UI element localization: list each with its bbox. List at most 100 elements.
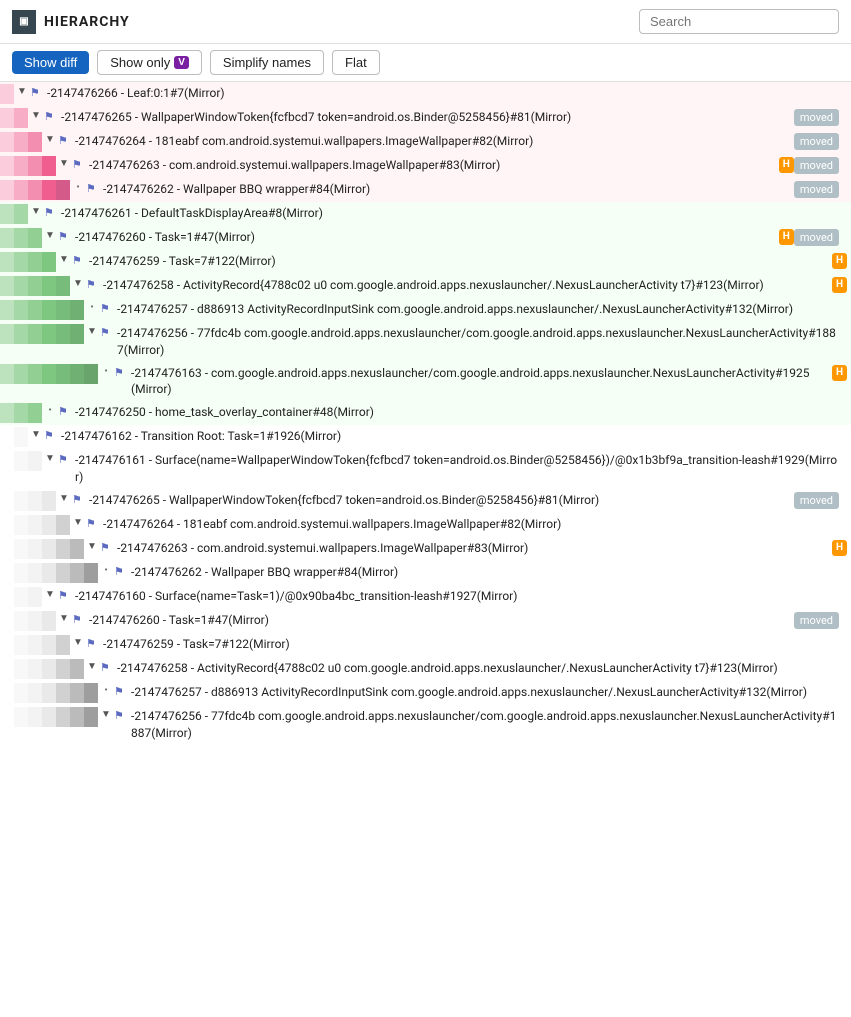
app-container: ▣ HIERARCHY Show diff Show only V Simpli… [0, 0, 851, 1009]
collapse-icon[interactable]: ▼ [56, 612, 72, 626]
node-flag-icon: ⚑ [114, 708, 128, 723]
node-text: -2147476256 - 77fdc4b com.google.android… [117, 325, 847, 359]
h-badge: H [832, 540, 847, 556]
h-badge: H [832, 277, 847, 293]
expand-icon[interactable]: • [70, 181, 86, 195]
collapse-icon[interactable]: ▼ [56, 492, 72, 506]
tree-row[interactable]: ▼⚑-2147476265 - WallpaperWindowToken{fcf… [0, 489, 851, 513]
node-text: -2147476263 - com.android.systemui.wallp… [117, 540, 828, 557]
collapse-icon[interactable]: ▼ [56, 253, 72, 267]
tree-row[interactable]: ▼⚑-2147476265 - WallpaperWindowToken{fcf… [0, 106, 851, 130]
tree-row[interactable]: ▼⚑-2147476259 - Task=7#122(Mirror)H [0, 250, 851, 274]
node-text: -2147476260 - Task=1#47(Mirror) [75, 229, 775, 246]
collapse-icon[interactable]: ▼ [42, 588, 58, 602]
collapse-icon[interactable]: ▼ [28, 109, 44, 123]
tree-row[interactable]: •⚑-2147476250 - home_task_overlay_contai… [0, 401, 851, 425]
node-flag-icon: ⚑ [86, 636, 100, 651]
color-bands [0, 659, 84, 679]
node-text: -2147476256 - 77fdc4b com.google.android… [131, 708, 847, 742]
expand-icon[interactable]: • [42, 404, 58, 418]
moved-badge: moved [794, 157, 839, 174]
simplify-names-button[interactable]: Simplify names [210, 50, 324, 75]
tree-row[interactable]: ▼⚑-2147476260 - Task=1#47(Mirror)moved [0, 609, 851, 633]
node-text: -2147476264 - 181eabf com.android.system… [103, 516, 847, 533]
collapse-icon[interactable]: ▼ [70, 277, 86, 291]
tree-row[interactable]: •⚑-2147476262 - Wallpaper BBQ wrapper#84… [0, 178, 851, 202]
expand-icon[interactable]: • [98, 365, 114, 379]
tree-row[interactable]: ▼⚑-2147476266 - Leaf:0:1#7(Mirror) [0, 82, 851, 106]
h-badge: H [779, 157, 794, 173]
collapse-icon[interactable]: ▼ [28, 428, 44, 442]
node-text: -2147476259 - Task=7#122(Mirror) [103, 636, 847, 653]
color-bands [0, 427, 28, 447]
node-flag-icon: ⚑ [114, 564, 128, 579]
show-only-button[interactable]: Show only V [97, 50, 202, 75]
moved-badge: moved [794, 612, 839, 629]
page-title: HIERARCHY [44, 14, 130, 30]
collapse-icon[interactable]: ▼ [56, 157, 72, 171]
node-flag-icon: ⚑ [58, 133, 72, 148]
tree-row[interactable]: ▼⚑-2147476264 - 181eabf com.android.syst… [0, 513, 851, 537]
collapse-icon[interactable]: ▼ [42, 229, 58, 243]
collapse-icon[interactable]: ▼ [98, 708, 114, 722]
show-diff-button[interactable]: Show diff [12, 51, 89, 74]
color-bands [0, 364, 98, 384]
node-flag-icon: ⚑ [100, 660, 114, 675]
node-flag-icon: ⚑ [86, 181, 100, 196]
color-bands [0, 276, 70, 296]
color-bands [0, 539, 84, 559]
collapse-icon[interactable]: ▼ [84, 325, 100, 339]
tree-row[interactable]: ▼⚑-2147476256 - 77fdc4b com.google.andro… [0, 705, 851, 745]
tree-row[interactable]: •⚑-2147476257 - d886913 ActivityRecordIn… [0, 681, 851, 705]
tree-row[interactable]: ▼⚑-2147476258 - ActivityRecord{4788c02 u… [0, 657, 851, 681]
moved-badge: moved [794, 229, 839, 246]
collapse-icon[interactable]: ▼ [28, 205, 44, 219]
collapse-icon[interactable]: ▼ [84, 540, 100, 554]
color-bands [0, 108, 28, 128]
node-text: -2147476257 - d886913 ActivityRecordInpu… [117, 301, 847, 318]
node-flag-icon: ⚑ [72, 157, 86, 172]
tree-row[interactable]: ▼⚑-2147476260 - Task=1#47(Mirror)Hmoved [0, 226, 851, 250]
node-flag-icon: ⚑ [58, 452, 72, 467]
search-input[interactable] [639, 9, 839, 34]
moved-badge: moved [794, 109, 839, 126]
expand-icon[interactable]: • [98, 564, 114, 578]
collapse-icon[interactable]: ▼ [42, 452, 58, 466]
tree-row[interactable]: ▼⚑-2147476261 - DefaultTaskDisplayArea#8… [0, 202, 851, 226]
tree-row[interactable]: ▼⚑-2147476161 - Surface(name=WallpaperWi… [0, 449, 851, 489]
color-bands [0, 563, 98, 583]
flat-button[interactable]: Flat [332, 50, 380, 75]
color-bands [0, 180, 70, 200]
node-text: -2147476262 - Wallpaper BBQ wrapper#84(M… [131, 564, 847, 581]
tree-row[interactable]: •⚑-2147476262 - Wallpaper BBQ wrapper#84… [0, 561, 851, 585]
tree-row[interactable]: ▼⚑-2147476256 - 77fdc4b com.google.andro… [0, 322, 851, 362]
tree-row[interactable]: ▼⚑-2147476264 - 181eabf com.android.syst… [0, 130, 851, 154]
h-badge: H [832, 365, 847, 381]
expand-icon[interactable]: • [84, 301, 100, 315]
collapse-icon[interactable]: ▼ [14, 85, 30, 99]
color-bands [0, 491, 56, 511]
tree-row[interactable]: ▼⚑-2147476160 - Surface(name=Task=1)/@0x… [0, 585, 851, 609]
node-text: -2147476265 - WallpaperWindowToken{fcfbc… [61, 109, 794, 126]
tree-row[interactable]: ▼⚑-2147476259 - Task=7#122(Mirror) [0, 633, 851, 657]
node-text: -2147476162 - Transition Root: Task=1#19… [61, 428, 847, 445]
tree-row[interactable]: ▼⚑-2147476162 - Transition Root: Task=1#… [0, 425, 851, 449]
collapse-icon[interactable]: ▼ [70, 636, 86, 650]
node-flag-icon: ⚑ [58, 404, 72, 419]
tree-row[interactable]: •⚑-2147476163 - com.google.android.apps.… [0, 362, 851, 402]
tree-row[interactable]: •⚑-2147476257 - d886913 ActivityRecordIn… [0, 298, 851, 322]
tree-row[interactable]: ▼⚑-2147476258 - ActivityRecord{4788c02 u… [0, 274, 851, 298]
toolbar: Show diff Show only V Simplify names Fla… [0, 44, 851, 82]
collapse-icon[interactable]: ▼ [70, 516, 86, 530]
h-badge: H [779, 229, 794, 245]
node-text: -2147476262 - Wallpaper BBQ wrapper#84(M… [103, 181, 794, 198]
node-text: -2147476264 - 181eabf com.android.system… [75, 133, 794, 150]
node-text: -2147476263 - com.android.systemui.wallp… [89, 157, 775, 174]
node-flag-icon: ⚑ [114, 365, 128, 380]
collapse-icon[interactable]: ▼ [84, 660, 100, 674]
collapse-icon[interactable]: ▼ [42, 133, 58, 147]
expand-icon[interactable]: • [98, 684, 114, 698]
tree-row[interactable]: ▼⚑-2147476263 - com.android.systemui.wal… [0, 537, 851, 561]
tree-row[interactable]: ▼⚑-2147476263 - com.android.systemui.wal… [0, 154, 851, 178]
node-flag-icon: ⚑ [58, 229, 72, 244]
